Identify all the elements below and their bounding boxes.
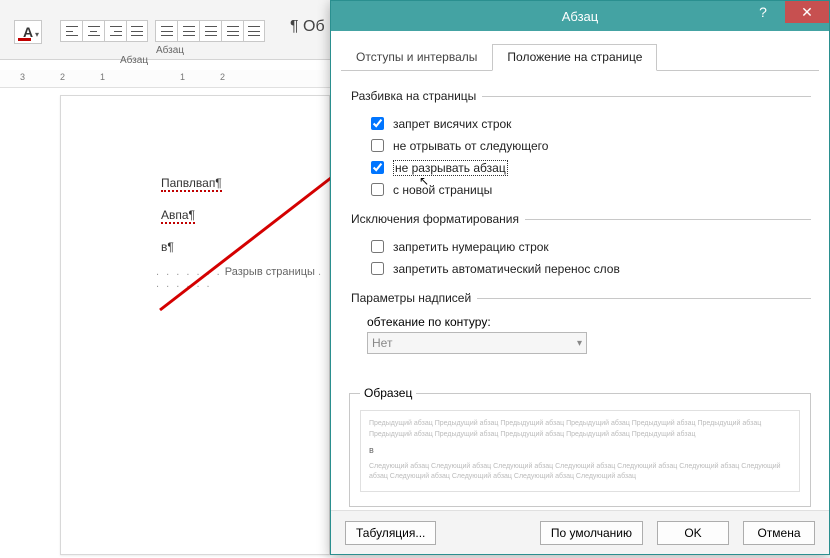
section-preview: Образец Предыдущий абзац Предыдущий абза… <box>349 386 811 507</box>
increase-indent-button[interactable] <box>243 20 265 42</box>
set-default-button[interactable]: По умолчанию <box>540 521 643 545</box>
page-break-before-option[interactable]: с новой страницы <box>367 180 811 199</box>
ruler-tick: 1 <box>180 72 185 82</box>
cursor-icon: ↖ <box>419 174 429 188</box>
doc-line-1: Папвлвап¶ <box>161 176 222 192</box>
tabs-button[interactable]: Табуляция... <box>345 521 436 545</box>
no-hyphenation-checkbox[interactable] <box>371 262 384 275</box>
tight-wrap-value: Нет <box>372 336 392 350</box>
keep-with-next-checkbox[interactable] <box>371 139 384 152</box>
dialog-titlebar[interactable]: Абзац ? ✕ <box>331 1 829 31</box>
align-left-button[interactable] <box>60 20 82 42</box>
color-bar <box>18 38 31 41</box>
pagination-legend: Разбивка на страницы <box>349 89 482 103</box>
suppress-line-numbers-checkbox[interactable] <box>371 240 384 253</box>
keep-together-option[interactable]: не разрывать абзац <box>367 158 811 177</box>
preview-legend: Образец <box>360 386 416 400</box>
section-pagination: Разбивка на страницы запрет висячих стро… <box>349 89 811 204</box>
align-justify-button[interactable] <box>126 20 148 42</box>
dialog-tabs: Отступы и интервалы Положение на страниц… <box>341 43 819 71</box>
chevron-down-icon: ▾ <box>35 30 39 39</box>
align-center-button[interactable] <box>82 20 104 42</box>
textbox-legend: Параметры надписей <box>349 291 477 305</box>
keep-with-next-option[interactable]: не отрывать от следующего <box>367 136 811 155</box>
preview-next-text: Следующий абзац Следующий абзац Следующи… <box>369 462 791 483</box>
page-break-before-checkbox[interactable] <box>371 183 384 196</box>
preview-bullet: в <box>369 444 791 458</box>
bullet-list-button[interactable] <box>155 20 177 42</box>
ruler-tick: 2 <box>220 72 225 82</box>
page-break-marker: . . . . . . . Разрыв страницы . . . . . … <box>156 266 329 290</box>
doc-line-2: Авпа¶ <box>161 208 195 224</box>
tight-wrap-select[interactable]: Нет ▾ <box>367 332 587 354</box>
widow-control-checkbox[interactable] <box>371 117 384 130</box>
page-break-label: Разрыв страницы <box>225 266 315 278</box>
section-textbox: Параметры надписей обтекание по контуру:… <box>349 291 811 356</box>
suppress-line-numbers-label: запретить нумерацию строк <box>393 240 549 254</box>
ok-button[interactable]: OK <box>657 521 729 545</box>
preview-prev-text: Предыдущий абзац Предыдущий абзац Предыд… <box>369 419 791 440</box>
formatting-legend: Исключения форматирования <box>349 212 525 226</box>
widow-control-label: запрет висячих строк <box>393 117 511 131</box>
dialog-body: Разбивка на страницы запрет висячих стро… <box>331 71 829 501</box>
no-hyphenation-option[interactable]: запретить автоматический перенос слов <box>367 259 811 278</box>
cancel-button[interactable]: Отмена <box>743 521 815 545</box>
suppress-line-numbers-option[interactable]: запретить нумерацию строк <box>367 237 811 256</box>
keep-together-checkbox[interactable] <box>371 161 384 174</box>
show-marks-button[interactable]: ¶ Об <box>290 18 325 36</box>
preview-box: Предыдущий абзац Предыдущий абзац Предыд… <box>360 410 800 492</box>
keep-together-label: не разрывать абзац <box>393 160 508 176</box>
ruler-tick: 3 <box>20 72 25 82</box>
document-page[interactable]: Папвлвап¶ Авпа¶ в¶ . . . . . . . Разрыв … <box>60 95 330 555</box>
help-button[interactable]: ? <box>741 1 785 23</box>
ruler[interactable]: Абзац 3 2 1 1 2 <box>0 70 330 88</box>
tab-indents[interactable]: Отступы и интервалы <box>341 44 492 71</box>
multilevel-list-button[interactable] <box>199 20 221 42</box>
paragraph-dialog: Абзац ? ✕ Отступы и интервалы Положение … <box>330 0 830 555</box>
dialog-title: Абзац <box>562 9 598 24</box>
list-group <box>155 20 265 42</box>
ruler-tick: 1 <box>100 72 105 82</box>
section-formatting: Исключения форматирования запретить нуме… <box>349 212 811 283</box>
ruler-tick: 2 <box>60 72 65 82</box>
chevron-down-icon: ▾ <box>577 338 582 349</box>
font-color-button[interactable]: A ▾ <box>14 20 42 44</box>
no-hyphenation-label: запретить автоматический перенос слов <box>393 262 620 276</box>
decrease-indent-button[interactable] <box>221 20 243 42</box>
close-button[interactable]: ✕ <box>785 1 829 23</box>
alignment-group <box>60 20 148 42</box>
paragraph-label: Абзац <box>120 55 148 66</box>
numbered-list-button[interactable] <box>177 20 199 42</box>
dialog-footer: Табуляция... По умолчанию OK Отмена <box>331 510 829 554</box>
align-right-button[interactable] <box>104 20 126 42</box>
paragraph-group-label: Абзац <box>60 45 280 59</box>
keep-with-next-label: не отрывать от следующего <box>393 139 548 153</box>
page-break-before-label: с новой страницы <box>393 183 492 197</box>
tab-position[interactable]: Положение на странице <box>492 44 657 71</box>
tight-wrap-label: обтекание по контуру: <box>367 315 811 329</box>
widow-control-option[interactable]: запрет висячих строк <box>367 114 811 133</box>
doc-line-3: в¶ <box>161 240 174 254</box>
